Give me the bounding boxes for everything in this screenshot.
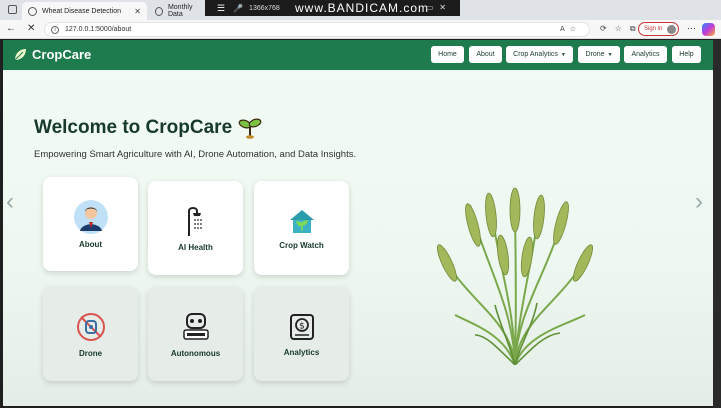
avatar bbox=[667, 25, 676, 34]
globe-icon bbox=[28, 6, 37, 16]
page-title: Welcome to CropCare bbox=[34, 117, 262, 139]
card-crop-watch[interactable]: Crop Watch bbox=[254, 181, 349, 275]
card-label: AI Health bbox=[178, 242, 213, 252]
tab-title: Monthly Data bbox=[167, 4, 193, 18]
card-label: About bbox=[78, 239, 103, 249]
mic-icon: 🎤 bbox=[233, 3, 244, 13]
recorder-controls: ▭✕ bbox=[425, 3, 452, 12]
card-label: Autonomous bbox=[170, 348, 221, 358]
caret-down-icon: ▼ bbox=[607, 51, 613, 58]
page-subtitle: Empowering Smart Agriculture with AI, Dr… bbox=[34, 149, 357, 160]
sign-in-label: Sign in bbox=[644, 26, 663, 32]
shower-icon bbox=[187, 206, 202, 236]
address-bar: ← ✕ i 127.0.0.1:5000/about A☆ ⟳☆⧉ bbox=[0, 20, 721, 39]
card-label: Crop Watch bbox=[279, 240, 324, 250]
site-info-icon[interactable]: i bbox=[51, 25, 59, 34]
house-leaf-icon bbox=[289, 209, 314, 233]
page-title-text: Welcome to CropCare bbox=[34, 117, 233, 138]
copilot-icon[interactable] bbox=[702, 23, 715, 36]
nav-crop-analytics[interactable]: Crop Analytics ▼ bbox=[506, 46, 573, 63]
browser-tab-active[interactable]: Wheat Disease Detection ✕ bbox=[22, 2, 147, 20]
nav-about[interactable]: About bbox=[469, 46, 502, 63]
recorder-resolution: 1366x768 bbox=[249, 4, 280, 12]
browser-tab-strip: Wheat Disease Detection ✕ Monthly Data ☰… bbox=[0, 0, 721, 20]
card-ai-health[interactable]: AI Health bbox=[148, 181, 243, 275]
tab-title: Wheat Disease Detection bbox=[42, 7, 121, 15]
card-label: Analytics bbox=[283, 347, 320, 357]
nav-label: Home bbox=[438, 51, 457, 58]
card-about[interactable]: About bbox=[43, 177, 138, 271]
nav-analytics[interactable]: Analytics bbox=[624, 46, 667, 63]
url-field[interactable]: i 127.0.0.1:5000/about A☆ bbox=[44, 22, 590, 37]
svg-text:$: $ bbox=[299, 321, 305, 331]
back-icon[interactable]: ← bbox=[6, 23, 16, 34]
nav-label: About bbox=[476, 51, 495, 58]
card-autonomous[interactable]: Autonomous bbox=[148, 287, 243, 381]
globe-icon bbox=[155, 6, 163, 16]
card-drone[interactable]: Drone bbox=[43, 287, 138, 381]
sign-in-button[interactable]: Sign in bbox=[638, 22, 679, 36]
carousel-prev-icon[interactable]: ‹ bbox=[6, 188, 14, 216]
nav-label: Analytics bbox=[631, 51, 660, 58]
stop-icon[interactable]: ✕ bbox=[27, 23, 35, 34]
brand-name: CropCare bbox=[32, 47, 92, 62]
page-viewport: CropCare Home About Crop Analytics ▼ Dron… bbox=[3, 40, 713, 406]
side-bar bbox=[713, 40, 721, 408]
nav-label: Crop Analytics bbox=[513, 51, 558, 58]
sprout-icon bbox=[238, 118, 262, 139]
nav-help[interactable]: Help bbox=[672, 46, 701, 63]
nav-home[interactable]: Home bbox=[431, 46, 464, 63]
menu-icon: ☰ bbox=[217, 2, 226, 13]
site-navbar: CropCare Home About Crop Analytics ▼ Dron… bbox=[3, 40, 713, 70]
nav-label: Help bbox=[679, 51, 694, 58]
person-icon bbox=[73, 199, 108, 234]
drone-icon bbox=[76, 312, 105, 341]
money-icon: $ bbox=[289, 313, 314, 340]
card-analytics[interactable]: $ Analytics bbox=[254, 287, 349, 381]
read-aloud-icon[interactable]: A☆ bbox=[560, 25, 581, 33]
nav-drone[interactable]: Drone ▼ bbox=[578, 46, 620, 63]
wheat-illustration bbox=[437, 187, 593, 365]
recorder-overlay: ☰ 🎤 1366x768 www.BANDICAM.com ▭✕ bbox=[205, 0, 460, 16]
caret-down-icon: ▼ bbox=[560, 51, 566, 58]
robot-icon bbox=[182, 312, 209, 340]
tab-actions-icon[interactable] bbox=[8, 5, 17, 14]
browser-tab[interactable]: Monthly Data bbox=[149, 2, 209, 20]
url-text: 127.0.0.1:5000/about bbox=[65, 26, 132, 33]
nav-label: Drone bbox=[585, 51, 605, 58]
recorder-brand: www.BANDICAM.com bbox=[295, 1, 430, 15]
carousel-next-icon[interactable]: › bbox=[695, 188, 703, 216]
close-tab-icon[interactable]: ✕ bbox=[134, 7, 141, 16]
brand-logo[interactable]: CropCare bbox=[13, 47, 91, 62]
card-label: Drone bbox=[78, 348, 103, 358]
more-menu-icon[interactable]: ⋯ bbox=[687, 23, 696, 34]
leaf-icon bbox=[14, 48, 26, 60]
